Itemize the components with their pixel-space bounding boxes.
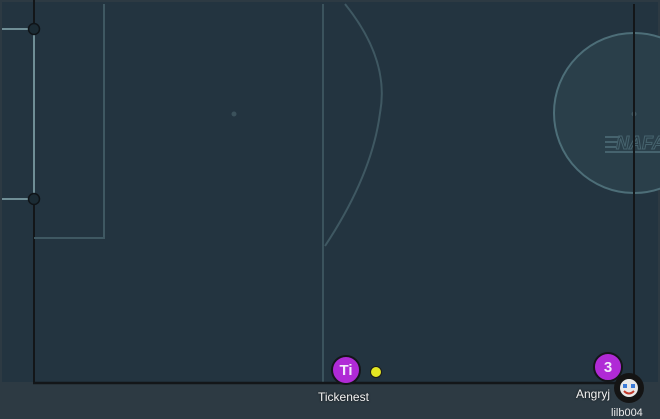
pitch-surface [2, 2, 658, 382]
watermark-text: NAFA [616, 133, 660, 153]
goal-post-bottom [27, 192, 41, 206]
player-initials: Ti [339, 361, 353, 379]
player-name: Angryj [576, 387, 611, 401]
ball [370, 366, 382, 378]
player-disc[interactable]: Ti [331, 355, 361, 385]
goal-post-top [27, 22, 41, 36]
penalty-spot [231, 111, 237, 117]
player-number: 3 [603, 358, 613, 376]
face-icon [614, 373, 644, 403]
pitch: NAFA [2, 0, 660, 385]
partial-player-label: lilb004 [611, 407, 643, 419]
player-name: Tickenest [318, 390, 369, 404]
face-icon-graphic [620, 379, 638, 397]
